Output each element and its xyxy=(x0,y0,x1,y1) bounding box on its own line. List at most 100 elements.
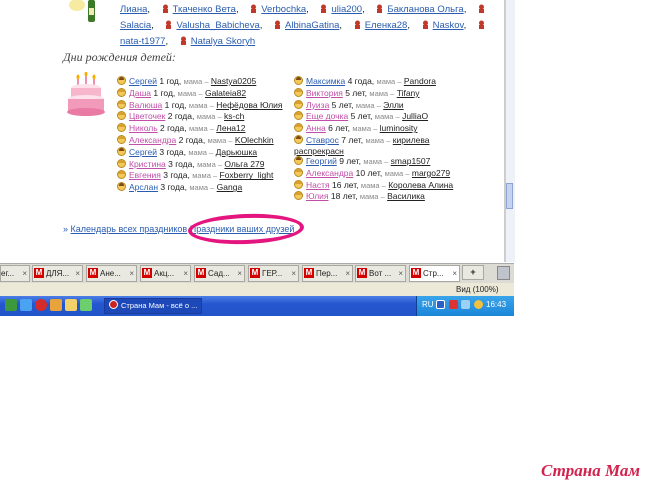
child-name-link[interactable]: Кристина xyxy=(129,159,166,169)
browser-tab[interactable]: M Ане... × xyxy=(86,265,137,282)
tab-close-icon[interactable]: × xyxy=(183,266,188,281)
holiday-user-link[interactable]: Verbochka xyxy=(261,4,306,15)
tab-close-icon[interactable]: × xyxy=(345,266,350,281)
volume-icon[interactable] xyxy=(474,300,483,309)
child-name-link[interactable]: Даша xyxy=(129,88,151,98)
child-name-link[interactable]: Сергей xyxy=(129,147,157,157)
holiday-user-link[interactable]: Valusha_Babicheva xyxy=(176,20,259,31)
network-icon[interactable] xyxy=(461,300,470,309)
child-name-link[interactable]: Настя xyxy=(306,180,330,190)
child-name-link[interactable]: Анна xyxy=(306,123,326,133)
browser-tab[interactable]: M Акц... × xyxy=(140,265,191,282)
child-name-link[interactable]: Сергей xyxy=(129,76,157,86)
tab-close-icon[interactable]: × xyxy=(237,266,242,281)
holiday-calendar-link[interactable]: Календарь всех праздников xyxy=(71,224,188,234)
tab-list-icon[interactable] xyxy=(497,266,510,280)
mother-link[interactable]: Василика xyxy=(387,191,425,201)
child-name-link[interactable]: Валюша xyxy=(129,100,162,110)
girl-icon xyxy=(117,158,126,168)
mother-link[interactable]: margo279 xyxy=(412,168,450,178)
mother-link[interactable]: ks-ch xyxy=(224,111,244,121)
girl-icon xyxy=(117,87,126,97)
mother-link[interactable]: Nastya0205 xyxy=(211,76,256,86)
child-name-link[interactable]: Александра xyxy=(306,168,353,178)
child-name-link[interactable]: Евгения xyxy=(129,170,161,180)
security-icon[interactable] xyxy=(449,300,458,309)
mother-link[interactable]: JulliaO xyxy=(402,111,428,121)
tab-close-icon[interactable]: × xyxy=(398,266,403,281)
language-indicator[interactable]: RU xyxy=(422,300,434,309)
mama-label: мама – xyxy=(188,100,214,110)
help-icon[interactable] xyxy=(436,300,445,309)
tab-close-icon[interactable]: × xyxy=(22,266,27,281)
boy-icon xyxy=(117,146,126,156)
browser-tab[interactable]: M Стр... × xyxy=(409,265,460,282)
holiday-user-link[interactable]: Еленка28 xyxy=(365,20,408,31)
zoom-level[interactable]: Вид (100%) xyxy=(456,284,498,295)
browser-tab[interactable]: M Пер... × xyxy=(302,265,353,282)
opera-icon[interactable] xyxy=(35,299,47,311)
child-name-link[interactable]: Виктория xyxy=(306,88,343,98)
child-name-link[interactable]: Георгий xyxy=(306,156,337,166)
children-birthdays-heading: Дни рождения детей: xyxy=(63,50,176,64)
browser-tab[interactable]: M ГЕР... × xyxy=(248,265,299,282)
tab-close-icon[interactable]: × xyxy=(129,266,134,281)
mother-link[interactable]: KOlechkin xyxy=(235,135,274,145)
holiday-user-link[interactable]: AlbinaGatina xyxy=(285,20,339,31)
folder-icon[interactable] xyxy=(65,299,77,311)
browser-tab[interactable]: ег... × xyxy=(0,265,30,282)
tab-close-icon[interactable]: × xyxy=(291,266,296,281)
child-name-link[interactable]: Еще дочка xyxy=(306,111,348,121)
mother-link[interactable]: Лена12 xyxy=(216,123,245,133)
child-birthday-row: Валюша 1 год, мама – Нефёдова Юлия xyxy=(117,99,302,112)
child-name-link[interactable]: Арслан xyxy=(129,182,158,192)
desktop-icon[interactable] xyxy=(5,299,17,311)
holiday-user-link[interactable]: Natalya Skoryh xyxy=(191,36,255,47)
holiday-user-link[interactable]: nata-t1977 xyxy=(120,36,165,47)
ie-icon[interactable] xyxy=(20,299,32,311)
mother-link[interactable]: Pandora xyxy=(404,76,436,86)
new-tab-button[interactable]: + xyxy=(462,265,484,280)
holiday-user-link[interactable]: Salacia xyxy=(120,20,151,31)
media-icon[interactable] xyxy=(50,299,62,311)
holiday-user-link[interactable]: Лиана xyxy=(120,4,147,15)
child-age: 2 года, xyxy=(167,111,195,122)
mother-link[interactable]: Дарьюшка xyxy=(216,147,257,157)
mama-label: мама – xyxy=(360,180,386,190)
taskbar-task-opera[interactable]: Страна Мам - всё о ... xyxy=(104,298,202,314)
mother-link[interactable]: Galateia82 xyxy=(205,88,246,98)
browser-tab[interactable]: M Вот ... × xyxy=(355,265,406,282)
child-name-link[interactable]: Юлия xyxy=(306,191,329,201)
child-name-link[interactable]: Луиза xyxy=(306,100,329,110)
browser-tab[interactable]: M Сад... × xyxy=(194,265,245,282)
mother-link[interactable]: Нефёдова Юлия xyxy=(216,100,282,110)
mother-link[interactable]: Ganga xyxy=(217,182,243,192)
mother-link[interactable]: luminosity xyxy=(380,123,418,133)
browser-tab[interactable]: M ДЛЯ... × xyxy=(32,265,83,282)
holiday-user-link[interactable]: ulia200 xyxy=(331,4,362,15)
child-name-link[interactable]: Цветочек xyxy=(129,111,165,121)
mother-link[interactable]: Tifany xyxy=(397,88,420,98)
mother-link[interactable]: Foxberry_light xyxy=(220,170,274,180)
holiday-user-link[interactable]: Бакланова Ольга xyxy=(387,4,463,15)
tab-close-icon[interactable]: × xyxy=(75,266,80,281)
mother-link[interactable]: Элли xyxy=(383,100,404,110)
messenger-icon[interactable] xyxy=(80,299,92,311)
tab-close-icon[interactable]: × xyxy=(452,266,457,281)
mama-label: мама – xyxy=(207,135,233,145)
child-name-link[interactable]: Николь xyxy=(129,123,158,133)
child-age: 1 год, xyxy=(164,99,187,110)
child-name-link[interactable]: Александра xyxy=(129,135,176,145)
mother-link[interactable]: Ольга 279 xyxy=(224,159,264,169)
child-name-link[interactable]: Максимка xyxy=(306,76,345,86)
girl-icon xyxy=(294,111,303,121)
holiday-user-link[interactable]: Ткаченко Вета xyxy=(173,4,236,15)
mother-link[interactable]: smap1507 xyxy=(391,156,431,166)
scrollbar-thumb[interactable] xyxy=(506,183,513,209)
child-name-link[interactable]: Ставрос xyxy=(306,135,339,145)
site-favicon-icon: M xyxy=(34,268,44,278)
vertical-scrollbar[interactable] xyxy=(505,0,515,262)
holiday-user-link[interactable]: Naskov xyxy=(433,20,464,31)
mother-link[interactable]: Королева Алина xyxy=(388,180,453,190)
child-age: 5 лет, xyxy=(345,87,368,98)
